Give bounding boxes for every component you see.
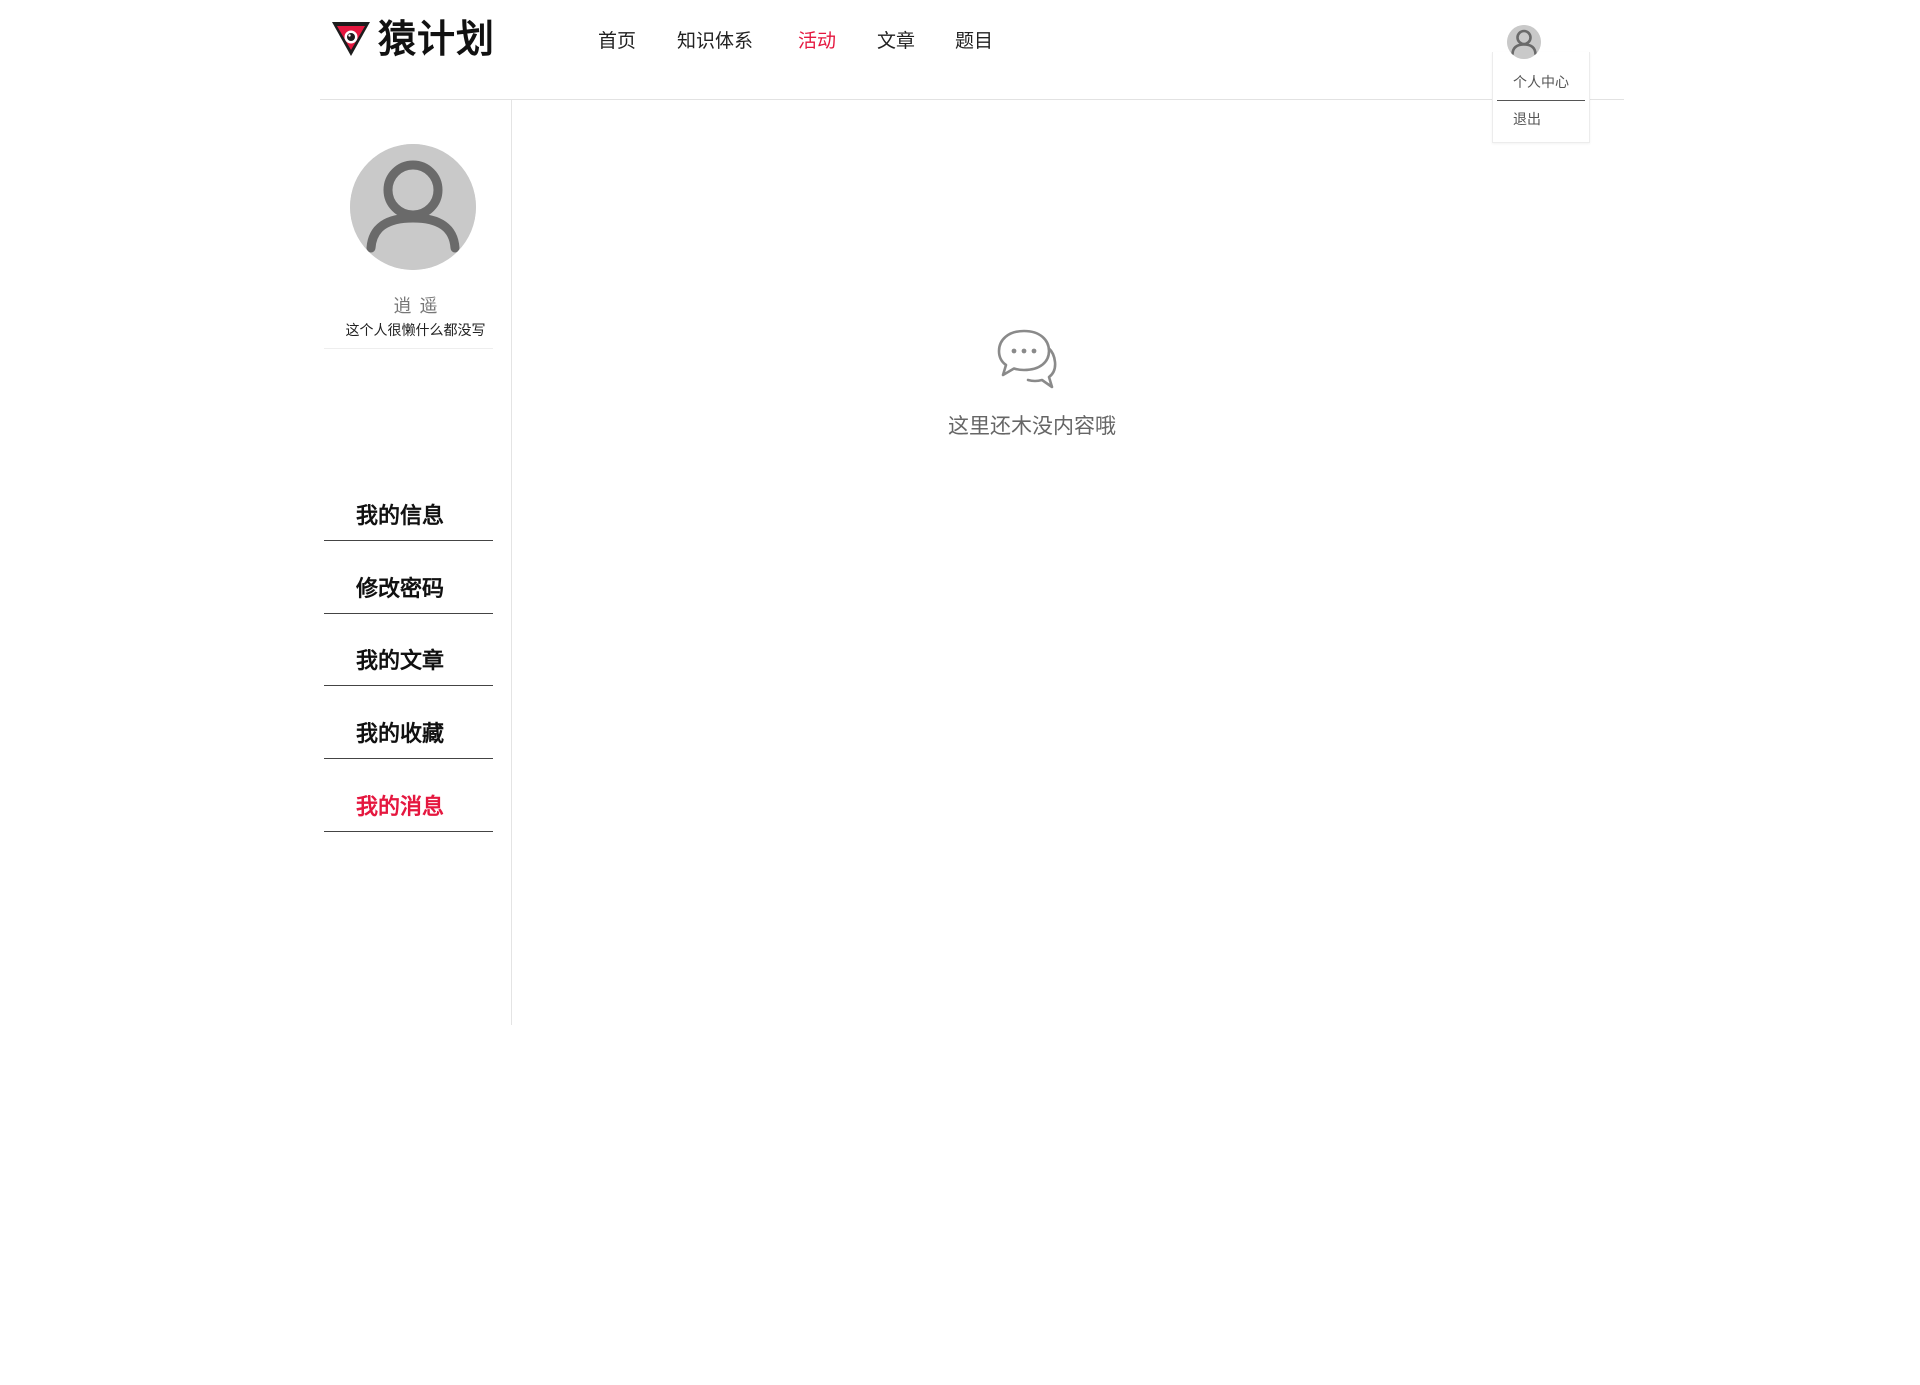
sidebar-item-my-info[interactable]: 我的信息 [324, 484, 493, 541]
chat-bubbles-icon [997, 329, 1057, 389]
sidebar-item-my-favorites[interactable]: 我的收藏 [324, 702, 493, 759]
sidebar-item-label: 我的信息 [356, 504, 445, 529]
nav-item-knowledge[interactable]: 知识体系 [677, 27, 753, 55]
sidebar-item-my-articles[interactable]: 我的文章 [324, 629, 493, 686]
nav-item-questions[interactable]: 题目 [955, 27, 993, 55]
brand-name: 猿计划 [378, 17, 496, 61]
sidebar-item-label: 我的消息 [356, 795, 445, 820]
sidebar-item-label: 我的收藏 [356, 722, 445, 747]
profile-sidebar: 逍遥 这个人很懒什么都没写 我的信息 修改密码 我的文章 我的收藏 我的消息 [320, 100, 512, 1025]
site-logo[interactable]: 猿计划 [330, 14, 495, 64]
sidebar-item-label: 我的文章 [356, 649, 445, 674]
sidebar-item-change-password[interactable]: 修改密码 [324, 557, 493, 614]
shield-logo-icon [332, 22, 370, 56]
empty-state-text: 这里还木没内容哦 [948, 414, 1116, 438]
sidebar-item-label: 修改密码 [356, 577, 445, 602]
nav-item-home[interactable]: 首页 [598, 27, 636, 55]
profile-username: 逍遥 [393, 296, 446, 317]
profile-avatar[interactable] [350, 144, 476, 270]
profile-bio: 这个人很懒什么都没写 [345, 323, 486, 339]
main-content: 这里还木没内容哦 [512, 100, 1624, 1025]
nav-item-articles[interactable]: 文章 [877, 27, 915, 55]
site-header: 猿计划 首页 知识体系 活动 文章 题目 个人中心 退出 [320, 0, 1624, 143]
user-avatar-icon [1507, 25, 1541, 59]
user-menu-profile[interactable]: 个人中心 [1513, 72, 1569, 92]
sidebar-item-my-messages[interactable]: 我的消息 [324, 775, 493, 832]
user-avatar-icon [350, 144, 476, 270]
nav-item-activities[interactable]: 活动 [798, 27, 836, 55]
profile-divider [324, 348, 493, 349]
header-avatar[interactable] [1507, 25, 1541, 59]
